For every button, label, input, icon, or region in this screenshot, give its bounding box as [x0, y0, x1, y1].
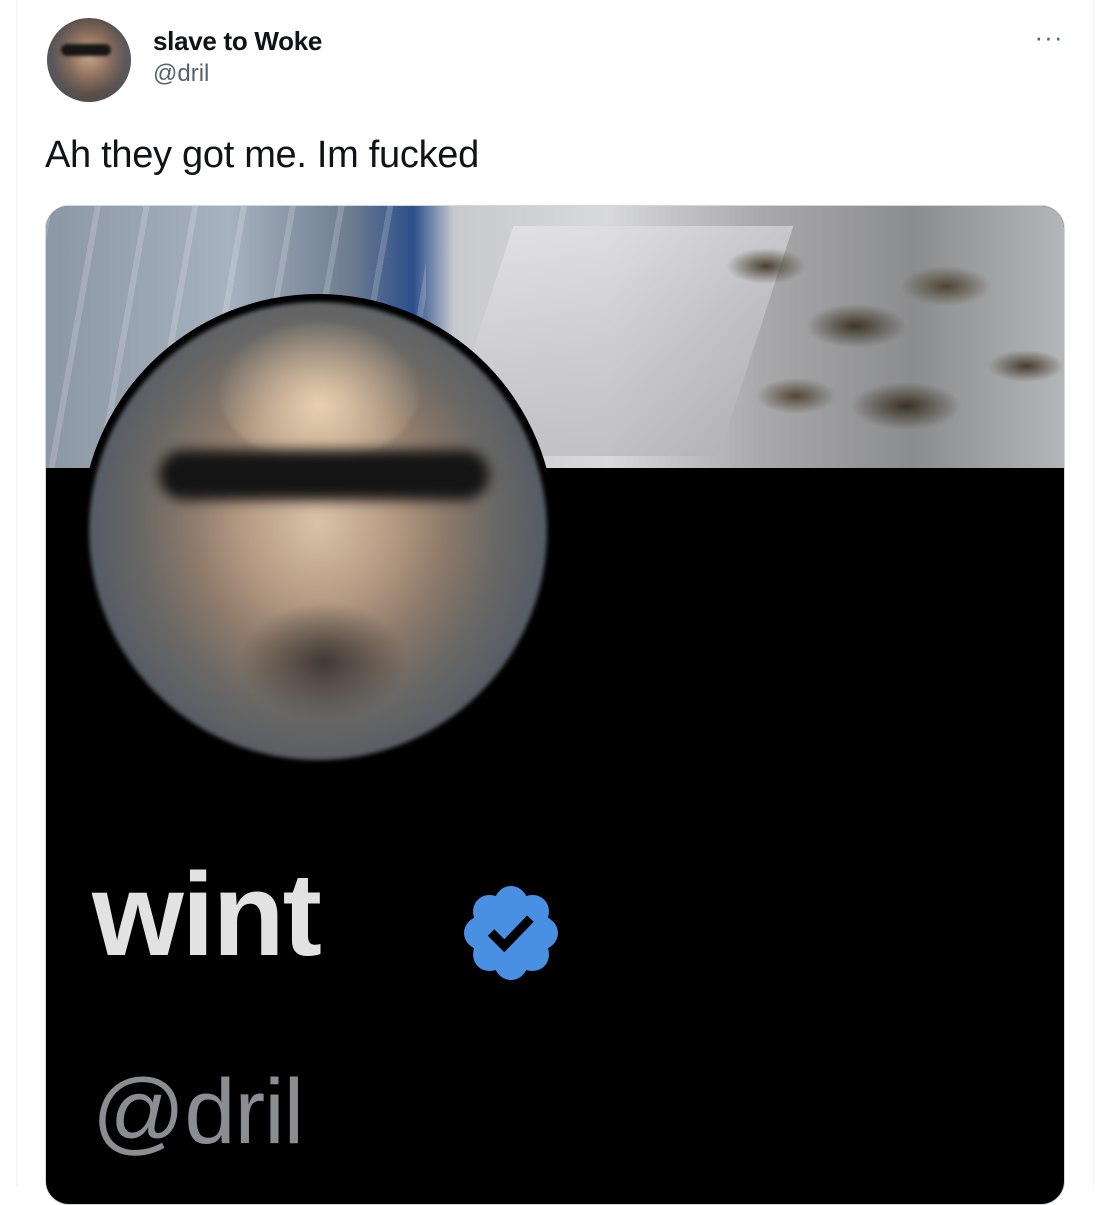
- profile-face-shadow: [239, 602, 409, 722]
- author-avatar[interactable]: [47, 18, 131, 102]
- verified-badge-icon: [464, 886, 558, 980]
- profile-handle: @dril: [92, 1061, 304, 1163]
- profile-picture-photo: [89, 302, 547, 760]
- tweet-card[interactable]: slave to Woke @dril ··· Ah they got me. …: [16, 0, 1094, 1205]
- author-display-name[interactable]: slave to Woke: [153, 26, 322, 57]
- avatar-background: [47, 18, 131, 102]
- profile-sunglasses: [159, 450, 489, 500]
- more-options-icon[interactable]: ···: [1029, 22, 1069, 58]
- banner-chains: [706, 206, 1064, 468]
- profile-display-name: wint: [92, 849, 322, 981]
- profile-face-highlight: [219, 322, 419, 462]
- profile-picture: [81, 294, 555, 768]
- tweet-media-image[interactable]: wint @dril: [45, 205, 1065, 1205]
- avatar-sunglasses: [61, 44, 111, 56]
- author-handle[interactable]: @dril: [153, 60, 209, 88]
- tweet-text: Ah they got me. Im fucked: [45, 134, 479, 176]
